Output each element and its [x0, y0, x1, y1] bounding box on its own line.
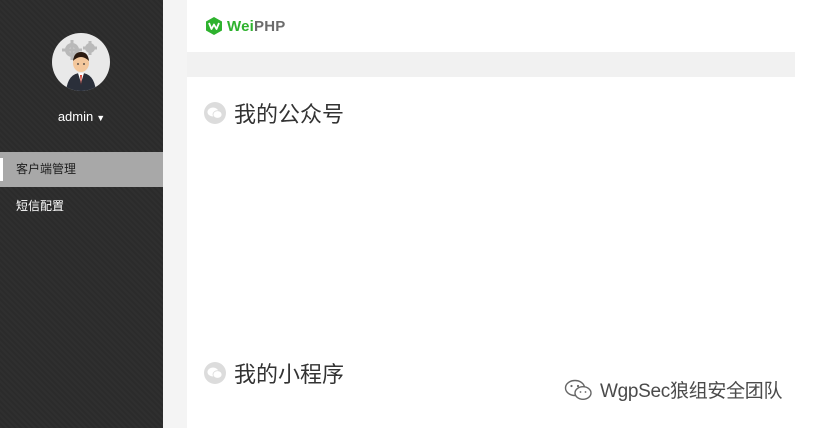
sidebar-item-sms-config[interactable]: 短信配置 — [0, 189, 163, 224]
user-avatar-icon — [62, 40, 97, 91]
watermark: WgpSec狼组安全团队 — [564, 376, 783, 403]
caret-down-icon: ▼ — [96, 112, 106, 123]
logo-text-wei: Wei — [227, 17, 254, 35]
content-gutter — [163, 0, 187, 428]
sidebar-item-label: 客户端管理 — [16, 162, 77, 176]
wechat-outline-icon — [564, 379, 592, 400]
logo-text-php: PHP — [254, 17, 286, 35]
wechat-icon — [204, 102, 226, 124]
watermark-text: WgpSec狼组安全团队 — [600, 381, 783, 402]
sidebar-item-label: 短信配置 — [16, 199, 65, 213]
section-official-accounts: 我的公众号 — [204, 97, 344, 129]
username-label: admin — [57, 109, 94, 124]
weiphp-logo[interactable]: WeiPHP — [204, 15, 285, 37]
section-mini-programs: 我的小程序 — [204, 357, 344, 389]
wechat-icon — [204, 362, 226, 384]
header-divider-band — [187, 52, 795, 77]
header: WeiPHP — [187, 0, 795, 52]
sidebar-item-client-management[interactable]: 客户端管理 — [0, 152, 163, 187]
sidebar: admin ▼ 客户端管理 短信配置 — [0, 0, 163, 428]
weiphp-logo-icon — [206, 17, 222, 35]
user-menu[interactable]: admin ▼ — [0, 109, 163, 124]
section-title: 我的小程序 — [234, 362, 345, 387]
section-title: 我的公众号 — [234, 102, 345, 127]
avatar[interactable] — [52, 33, 110, 91]
right-margin — [795, 0, 821, 428]
